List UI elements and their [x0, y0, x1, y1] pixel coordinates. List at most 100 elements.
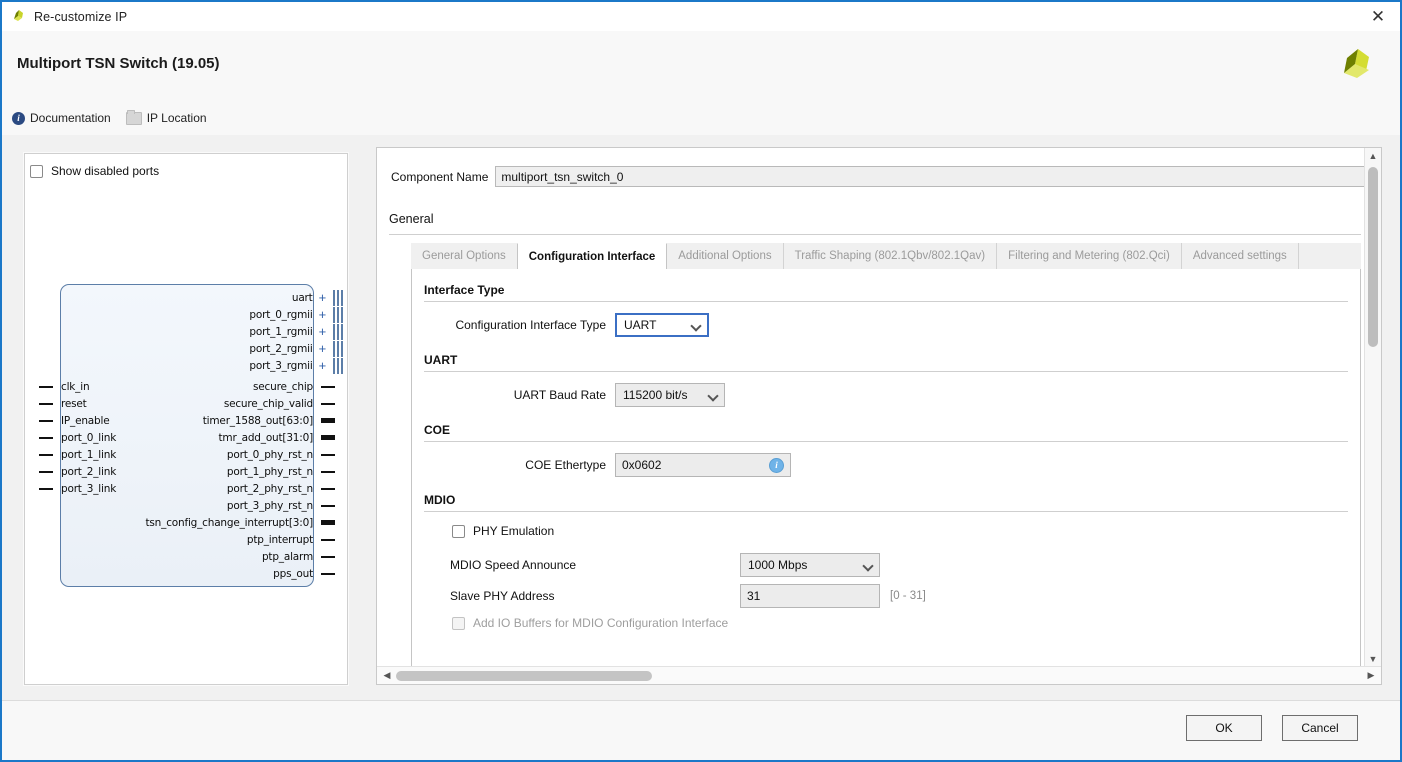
port-stub — [39, 470, 53, 473]
configuration-panel: Component Name multiport_tsn_switch_0 Ge… — [376, 147, 1382, 685]
uart-baud-rate-value: 115200 bit/s — [623, 388, 688, 402]
bus-interface-row[interactable]: port_3_rgmii + — [249, 357, 343, 374]
port-stub — [39, 487, 53, 490]
scroll-up-icon[interactable]: ▲ — [1365, 148, 1381, 164]
add-io-buffers-label: Add IO Buffers for MDIO Configuration In… — [473, 616, 729, 630]
section-divider — [424, 441, 1348, 442]
recustomize-ip-dialog: Re-customize IP ✕ Multiport TSN Switch (… — [0, 0, 1402, 762]
slave-phy-address-range-hint: [0 - 31] — [890, 590, 926, 602]
bus-interface-row[interactable]: uart + — [292, 289, 343, 306]
expand-plus-icon[interactable]: + — [319, 325, 327, 338]
horizontal-scroll-thumb[interactable] — [396, 671, 652, 681]
checkbox-box — [452, 616, 465, 630]
port-stub — [39, 385, 53, 388]
info-icon: i — [12, 111, 25, 125]
port-stub — [39, 402, 53, 405]
output-port-label: secure_chip — [253, 380, 313, 393]
port-stub-bus — [321, 418, 335, 423]
port-stub — [321, 402, 335, 405]
chevron-down-icon — [864, 561, 873, 570]
port-stub-bus — [321, 520, 335, 525]
checkbox-box — [30, 164, 43, 178]
bus-interface-label: port_1_rgmii — [249, 325, 313, 338]
config-interface-type-select[interactable]: UART — [615, 313, 709, 337]
tab-configuration-interface[interactable]: Configuration Interface — [516, 243, 668, 270]
output-port-label: port_1_phy_rst_n — [226, 465, 313, 478]
expand-plus-icon[interactable]: + — [319, 308, 327, 321]
port-stub — [321, 504, 335, 507]
close-icon[interactable]: ✕ — [1356, 2, 1400, 31]
bus-interface-row[interactable]: port_0_rgmii + — [249, 306, 343, 323]
tab-filtering-metering[interactable]: Filtering and Metering (802.Qci) — [996, 243, 1181, 269]
input-port-label: IP_enable — [61, 414, 110, 427]
show-disabled-ports-checkbox[interactable]: Show disabled ports — [30, 164, 159, 178]
vertical-scrollbar[interactable]: ▲ ▼ — [1364, 148, 1381, 667]
slave-phy-address-value: 31 — [747, 589, 761, 603]
output-port-label: port_3_phy_rst_n — [226, 499, 313, 512]
phy-emulation-checkbox[interactable]: PHY Emulation — [452, 524, 554, 538]
bus-marker-icon — [333, 340, 343, 357]
expand-plus-icon[interactable]: + — [319, 342, 327, 355]
input-port-row: clk_in — [39, 378, 90, 395]
cancel-button[interactable]: Cancel — [1282, 715, 1358, 741]
ip-location-label: IP Location — [146, 111, 207, 125]
general-group-label: General — [389, 212, 434, 226]
port-stub — [39, 453, 53, 456]
add-io-buffers-checkbox[interactable]: Add IO Buffers for MDIO Configuration In… — [452, 616, 728, 630]
bus-marker-icon — [333, 323, 343, 340]
ip-symbol-block: uart + port_0_rgmii + port_1_rgmii + por… — [39, 284, 343, 587]
bus-marker-icon — [333, 289, 343, 306]
config-interface-type-value: UART — [624, 318, 657, 332]
documentation-link[interactable]: i Documentation — [12, 111, 111, 125]
tab-general-options[interactable]: General Options — [411, 243, 517, 269]
config-interface-type-row: Configuration Interface Type UART — [450, 313, 709, 337]
bus-interface-row[interactable]: port_2_rgmii + — [249, 340, 343, 357]
expand-plus-icon[interactable]: + — [319, 291, 327, 304]
section-mdio-heading: MDIO — [424, 493, 456, 507]
output-port-row: pps_out — [273, 565, 335, 582]
xilinx-brand-logo — [1336, 45, 1380, 89]
ip-location-link[interactable]: IP Location — [125, 109, 207, 125]
info-icon[interactable]: i — [769, 457, 784, 473]
component-name-input[interactable]: multiport_tsn_switch_0 — [495, 166, 1365, 187]
input-port-label: reset — [61, 397, 87, 410]
output-port-label: pps_out — [273, 567, 313, 580]
scroll-down-icon[interactable]: ▼ — [1365, 651, 1381, 667]
window-title: Re-customize IP — [34, 9, 128, 24]
coe-ethertype-input[interactable]: 0x0602 i — [615, 453, 791, 477]
section-uart-heading: UART — [424, 353, 458, 367]
input-port-label: port_0_link — [61, 431, 117, 444]
scroll-left-icon[interactable]: ◀ — [379, 667, 395, 684]
input-port-label: port_1_link — [61, 448, 117, 461]
expand-plus-icon[interactable]: + — [319, 359, 327, 372]
coe-ethertype-value: 0x0602 — [622, 458, 662, 472]
bus-interface-row[interactable]: port_1_rgmii + — [249, 323, 343, 340]
show-disabled-ports-label: Show disabled ports — [51, 164, 160, 178]
bus-interface-label: uart — [291, 291, 313, 304]
slave-phy-address-input[interactable]: 31 — [740, 584, 880, 608]
output-port-label: ptp_alarm — [261, 550, 313, 563]
tab-additional-options[interactable]: Additional Options — [667, 243, 783, 269]
input-port-row: port_3_link — [39, 480, 116, 497]
mdio-speed-announce-select[interactable]: 1000 Mbps — [740, 553, 880, 577]
output-port-row: secure_chip — [253, 378, 335, 395]
output-port-row: port_1_phy_rst_n — [227, 463, 335, 480]
bus-interface-label: port_0_rgmii — [249, 308, 313, 321]
output-port-row: port_0_phy_rst_n — [227, 446, 335, 463]
horizontal-scrollbar[interactable]: ◀ ▶ — [377, 666, 1381, 684]
tab-advanced-settings[interactable]: Advanced settings — [1180, 243, 1298, 269]
bus-interface-label: port_3_rgmii — [249, 359, 313, 372]
input-port-row: port_2_link — [39, 463, 116, 480]
ok-button[interactable]: OK — [1186, 715, 1262, 741]
input-port-row: reset — [39, 395, 87, 412]
tab-traffic-shaping[interactable]: Traffic Shaping (802.1Qbv/802.1Qav) — [782, 243, 997, 269]
component-name-row: Component Name multiport_tsn_switch_0 — [391, 166, 1365, 187]
uart-baud-rate-select[interactable]: 115200 bit/s — [615, 383, 725, 407]
ip-header: Multiport TSN Switch (19.05) i Documenta… — [2, 31, 1400, 136]
slave-phy-address-row: Slave PHY Address 31 [0 - 31] — [450, 584, 926, 608]
scroll-right-icon[interactable]: ▶ — [1363, 667, 1379, 684]
port-stub — [321, 470, 335, 473]
documentation-label: Documentation — [30, 111, 111, 125]
section-divider — [424, 371, 1348, 372]
vertical-scroll-thumb[interactable] — [1368, 167, 1378, 347]
